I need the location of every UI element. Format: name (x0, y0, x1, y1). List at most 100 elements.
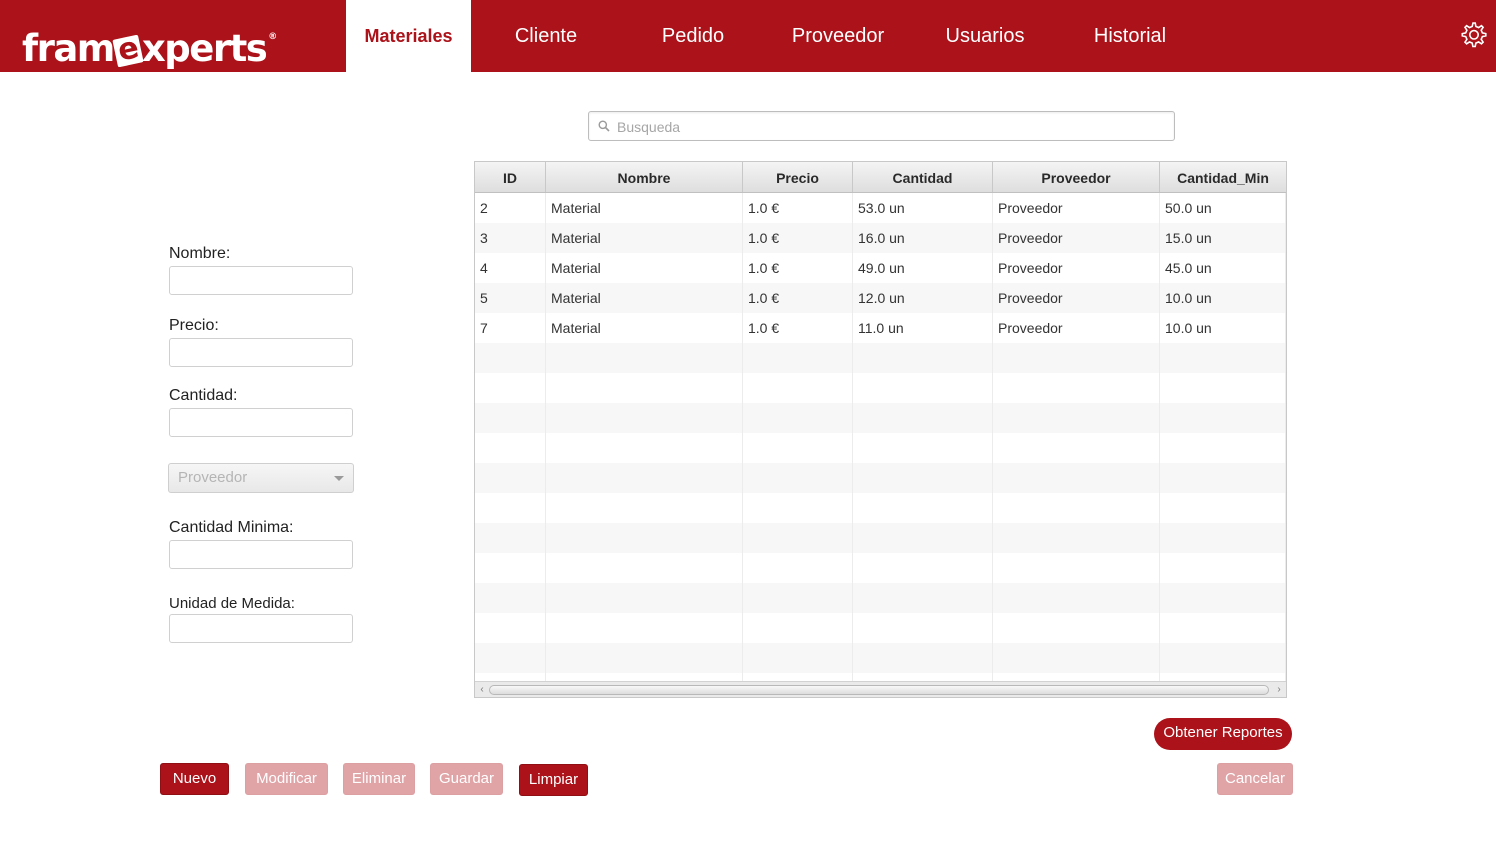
table-cell: 45.0 un (1160, 253, 1286, 283)
table-row[interactable]: 2 Material 1.0 €53.0 un Proveedor 50.0 un (475, 193, 1286, 223)
search-input[interactable] (615, 115, 1159, 139)
cancelar-button[interactable]: Cancelar (1217, 763, 1293, 795)
column-header-nombre[interactable]: Nombre (546, 162, 743, 192)
table-row-empty[interactable] (475, 403, 1286, 433)
table-row-empty[interactable] (475, 493, 1286, 523)
table-cell: Material (546, 253, 743, 283)
table-row-empty[interactable] (475, 673, 1286, 681)
cantidad-input[interactable] (169, 408, 353, 437)
table-cell (993, 403, 1160, 433)
tab-usuarios[interactable]: Usuarios (936, 0, 1034, 72)
table-cell (475, 583, 546, 613)
table-cell: Proveedor (993, 223, 1160, 253)
table-cell: 16.0 un (853, 223, 993, 253)
table-cell: Material (546, 193, 743, 223)
gear-icon[interactable] (1458, 20, 1488, 50)
table-cell (1160, 643, 1286, 673)
table-cell: 15.0 un (1160, 223, 1286, 253)
nombre-input[interactable] (169, 266, 353, 295)
table-cell (743, 673, 853, 681)
table-row[interactable]: 7 Material 1.0 €11.0 un Proveedor 10.0 un (475, 313, 1286, 343)
table-cell (1160, 373, 1286, 403)
table-cell (546, 373, 743, 403)
table-cell (993, 373, 1160, 403)
column-header-proveedor[interactable]: Proveedor (993, 162, 1160, 192)
column-header-cantidad[interactable]: Cantidad (853, 162, 993, 192)
table-cell (546, 583, 743, 613)
table-cell (546, 343, 743, 373)
table-cell (993, 433, 1160, 463)
scroll-left-icon[interactable]: ‹ (477, 685, 487, 695)
table-row-empty[interactable] (475, 553, 1286, 583)
table-cell (1160, 613, 1286, 643)
table-cell (993, 673, 1160, 681)
search-icon (598, 120, 610, 132)
table-row-empty[interactable] (475, 523, 1286, 553)
tab-cliente[interactable]: Cliente (490, 0, 602, 72)
logo-e-mark: e (112, 30, 144, 69)
table-cell (743, 523, 853, 553)
table-cell: 49.0 un (853, 253, 993, 283)
table-row-empty[interactable] (475, 433, 1286, 463)
horizontal-scrollbar[interactable]: ‹ › (475, 681, 1286, 697)
table-cell (546, 403, 743, 433)
modificar-button[interactable]: Modificar (245, 763, 328, 795)
table-cell (475, 523, 546, 553)
column-header-id[interactable]: ID (475, 162, 546, 192)
nuevo-button[interactable]: Nuevo (160, 763, 229, 795)
table-cell (546, 493, 743, 523)
table-cell (1160, 673, 1286, 681)
table-cell (993, 493, 1160, 523)
scrollbar-thumb[interactable] (489, 685, 1269, 695)
guardar-button[interactable]: Guardar (430, 763, 503, 795)
table-cell (743, 493, 853, 523)
table-cell: 2 (475, 193, 546, 223)
table-cell (743, 643, 853, 673)
table-cell (1160, 343, 1286, 373)
table-header: ID Nombre Precio Cantidad Proveedor Cant… (475, 162, 1286, 193)
unidad-medida-input[interactable] (169, 614, 353, 643)
table-cell: 10.0 un (1160, 313, 1286, 343)
table-cell (1160, 523, 1286, 553)
table-cell (546, 643, 743, 673)
table-row[interactable]: 3 Material 1.0 €16.0 un Proveedor 15.0 un (475, 223, 1286, 253)
table-cell (546, 613, 743, 643)
table-cell (743, 433, 853, 463)
column-header-precio[interactable]: Precio (743, 162, 853, 192)
obtener-reportes-button[interactable]: Obtener Reportes (1154, 718, 1292, 750)
scroll-right-icon[interactable]: › (1274, 685, 1284, 695)
table-row-empty[interactable] (475, 613, 1286, 643)
table-cell (1160, 463, 1286, 493)
limpiar-button[interactable]: Limpiar (519, 764, 588, 796)
table-cell (475, 463, 546, 493)
table-cell: 1.0 € (743, 313, 853, 343)
column-header-cantidad-min[interactable]: Cantidad_Min (1160, 162, 1286, 192)
table-cell: Proveedor (993, 313, 1160, 343)
table-row-empty[interactable] (475, 643, 1286, 673)
proveedor-dropdown[interactable]: Proveedor (168, 463, 354, 493)
table-row-empty[interactable] (475, 463, 1286, 493)
eliminar-button[interactable]: Eliminar (343, 763, 415, 795)
frameexperts-logo: framexperts ® (22, 14, 277, 70)
tab-pedido[interactable]: Pedido (640, 0, 746, 72)
cantidad-minima-input[interactable] (169, 540, 353, 569)
precio-input[interactable] (169, 338, 353, 367)
table-cell (853, 673, 993, 681)
tab-proveedor[interactable]: Proveedor (784, 0, 892, 72)
table-cell (743, 583, 853, 613)
table-row[interactable]: 5 Material 1.0 €12.0 un Proveedor 10.0 un (475, 283, 1286, 313)
table-cell (993, 613, 1160, 643)
table-cell (853, 433, 993, 463)
tab-materiales[interactable]: Materiales (346, 0, 471, 72)
table-cell: 1.0 € (743, 283, 853, 313)
table-row-empty[interactable] (475, 373, 1286, 403)
table-cell (546, 463, 743, 493)
table-row-empty[interactable] (475, 343, 1286, 373)
search-box (588, 111, 1175, 141)
table-row-empty[interactable] (475, 583, 1286, 613)
table-row[interactable]: 4 Material 1.0 €49.0 un Proveedor 45.0 un (475, 253, 1286, 283)
table-cell (853, 583, 993, 613)
tab-historial[interactable]: Historial (1080, 0, 1180, 72)
table-cell (475, 493, 546, 523)
table-cell (475, 553, 546, 583)
